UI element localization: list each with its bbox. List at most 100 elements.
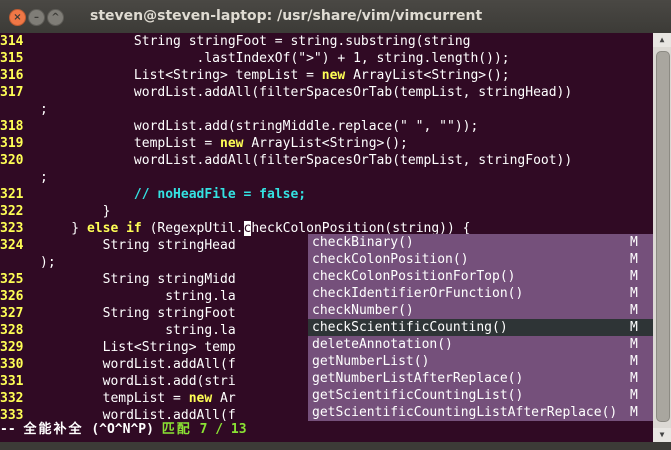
line-number: 314 xyxy=(0,34,24,49)
line-number: 323 xyxy=(0,221,24,236)
line-number: 318 xyxy=(0,119,24,134)
completion-item-selected[interactable]: checkScientificCounting() M xyxy=(308,319,653,336)
title-bar[interactable]: × – ^ steven@steven-laptop: /usr/share/v… xyxy=(0,0,671,33)
comment-token: // noHeadFile = false; xyxy=(133,187,307,202)
completion-kind: M xyxy=(630,303,638,318)
code-text: String stringMidd xyxy=(40,272,236,287)
scroll-up-icon[interactable]: ▲ xyxy=(653,33,671,47)
keyword-token: new xyxy=(188,391,213,406)
code-line: 325 String stringMidd xyxy=(0,271,236,288)
line-number: 328 xyxy=(0,323,24,338)
keyword-token: new xyxy=(220,136,244,151)
completion-item[interactable]: checkNumber() M xyxy=(308,302,653,319)
status-prefix: -- xyxy=(0,422,24,437)
code-line: 315 .lastIndexOf(">") + 1, string.length… xyxy=(0,50,510,67)
code-text: tempList = xyxy=(40,136,221,151)
maximize-icon: ^ xyxy=(51,11,60,23)
completion-item[interactable]: checkIdentifierOrFunction() M xyxy=(308,285,653,302)
completion-item[interactable]: deleteAnnotation() M xyxy=(308,336,653,353)
code-line: ; xyxy=(0,101,48,118)
code-text: ); xyxy=(40,255,56,270)
completion-kind: M xyxy=(630,286,638,301)
code-text: Ar xyxy=(212,391,236,406)
completion-kind: M xyxy=(630,337,638,352)
completion-item[interactable]: checkBinary() M xyxy=(308,234,653,251)
code-text: .lastIndexOf(">") + 1, string.length()); xyxy=(40,51,510,66)
code-line: 322 } xyxy=(0,203,110,220)
line-number: 319 xyxy=(0,136,24,151)
line-number: 324 xyxy=(0,238,24,253)
code-line: 321 // noHeadFile = false; xyxy=(0,186,306,203)
vertical-scrollbar[interactable]: ▲ ▼ xyxy=(653,33,671,442)
close-icon: × xyxy=(13,11,22,23)
completion-mode: 全能补全 xyxy=(23,422,84,437)
code-text: (RegexpUtil. xyxy=(141,221,244,236)
code-line: 316 List<String> tempList = new ArrayLis… xyxy=(0,67,510,84)
completion-item[interactable]: getNumberList() M xyxy=(308,353,653,370)
completion-label: checkColonPositionForTop() xyxy=(312,269,516,284)
keyword-token: new xyxy=(321,68,346,83)
code-line: 332 tempList = new Ar xyxy=(0,390,236,407)
code-line: 319 tempList = new ArrayList<String>(); xyxy=(0,135,408,152)
completion-item[interactable]: getNumberListAfterReplace() M xyxy=(308,370,653,387)
code-text: string.la xyxy=(40,289,236,304)
minimize-icon: – xyxy=(34,11,39,23)
completion-label: checkNumber() xyxy=(312,303,414,318)
vim-editor[interactable]: 314 String stringFoot = string.substring… xyxy=(0,33,653,442)
completion-item[interactable]: getScientificCountingList() M xyxy=(308,387,653,404)
maximize-button[interactable]: ^ xyxy=(47,9,64,26)
code-text: List<String> temp xyxy=(40,340,236,355)
line-number: 320 xyxy=(0,153,24,168)
completion-kind: M xyxy=(630,269,638,284)
completion-label: checkIdentifierOrFunction() xyxy=(312,286,524,301)
code-line: 317 wordList.addAll(filterSpacesOrTab(te… xyxy=(0,84,572,101)
completion-popup[interactable]: checkBinary() McheckColonPosition() Mcheck… xyxy=(308,234,653,421)
code-line: 318 wordList.add(stringMiddle.replace(" … xyxy=(0,118,478,135)
scrollbar-thumb[interactable] xyxy=(656,51,670,422)
completion-label: checkBinary() xyxy=(312,235,414,250)
line-number: 327 xyxy=(0,306,24,321)
match-label: 匹配 xyxy=(161,422,192,437)
code-text: } xyxy=(40,221,87,236)
completion-kind: M xyxy=(630,320,638,335)
match-count: 7 / 13 xyxy=(191,422,247,437)
code-line: ); xyxy=(0,254,56,271)
line-number: 325 xyxy=(0,272,24,287)
code-line: 329 List<String> temp xyxy=(0,339,236,356)
completion-label: checkScientificCounting() xyxy=(312,320,508,335)
scroll-down-icon[interactable]: ▼ xyxy=(653,428,671,442)
minimize-button[interactable]: – xyxy=(28,9,45,26)
completion-item[interactable]: getScientificCountingListAfterReplace() M xyxy=(308,404,653,421)
code-text: ; xyxy=(40,170,48,185)
completion-label: getScientificCountingListAfterReplace() xyxy=(312,405,618,420)
completion-kind: M xyxy=(630,405,638,420)
keyword-token: else if xyxy=(86,221,142,236)
window-bottom-edge xyxy=(0,442,671,450)
completion-kind: M xyxy=(630,252,638,267)
line-number: 316 xyxy=(0,68,24,83)
close-button[interactable]: × xyxy=(9,9,26,26)
code-text: String stringFoot xyxy=(40,306,236,321)
code-line: 320 wordList.addAll(filterSpacesOrTab(te… xyxy=(0,152,572,169)
line-number: 326 xyxy=(0,289,24,304)
code-text: String stringFoot = string.substring(str… xyxy=(40,34,471,49)
code-line: 331 wordList.add(stri xyxy=(0,373,236,390)
completion-item[interactable]: checkColonPosition() M xyxy=(308,251,653,268)
completion-kind: M xyxy=(630,371,638,386)
code-line: 327 String stringFoot xyxy=(0,305,236,322)
completion-label: getNumberList() xyxy=(312,354,430,369)
code-text: wordList.addAll(f xyxy=(40,357,236,372)
completion-kind: M xyxy=(630,354,638,369)
code-line: 328 string.la xyxy=(0,322,236,339)
status-line: -- 全能补全 (^O^N^P) 匹配 7 / 13 xyxy=(0,421,247,438)
line-number: 322 xyxy=(0,204,24,219)
code-text: List<String> tempList = xyxy=(40,68,322,83)
code-line: ; xyxy=(0,169,48,186)
completion-item[interactable]: checkColonPositionForTop() M xyxy=(308,268,653,285)
completion-label: getNumberListAfterReplace() xyxy=(312,371,524,386)
code-text: wordList.add(stri xyxy=(40,374,236,389)
completion-kind: M xyxy=(630,388,638,403)
completion-keys: (^O^N^P) xyxy=(83,422,162,437)
code-text: tempList = xyxy=(40,391,189,406)
